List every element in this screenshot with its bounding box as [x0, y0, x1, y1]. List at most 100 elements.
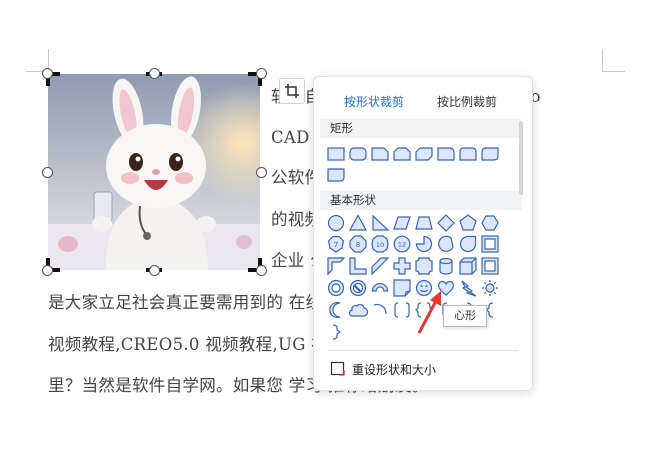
document-image[interactable] [48, 74, 260, 270]
block-arc-shape[interactable] [371, 279, 389, 297]
resize-handle-bm[interactable] [149, 265, 160, 276]
folded-corner-shape[interactable] [393, 279, 411, 297]
chord-shape-icon [438, 235, 454, 252]
pie-shape-icon [415, 235, 433, 253]
reset-shape-size-label: 重设形状和大小 [352, 362, 437, 377]
can-shape-icon [439, 257, 453, 275]
snip-diagonal-rect-shape-icon [415, 147, 433, 161]
oval-shape-icon [327, 214, 345, 232]
dodecagon-shape-icon: 12 [393, 235, 411, 253]
l-shape-icon [349, 257, 367, 275]
resize-handle-tl[interactable] [42, 68, 53, 79]
donut-shape[interactable] [327, 279, 345, 297]
parallelogram-shape[interactable] [393, 214, 411, 232]
crop-icon [285, 84, 299, 98]
teardrop-shape[interactable] [459, 235, 477, 253]
right-brace-shape[interactable] [327, 323, 345, 341]
plaque-shape-icon [415, 257, 433, 275]
rounded-rect-shape[interactable] [349, 145, 367, 163]
folded-rect-shape[interactable] [327, 166, 345, 184]
pentagon-shape-icon [459, 214, 477, 231]
frame-shape-icon [481, 235, 499, 253]
resize-handle-tr[interactable] [256, 68, 267, 79]
crop-tool-button[interactable] [279, 78, 305, 104]
section-basic-shapes: 基本形状 [320, 191, 522, 210]
heptagon-shape[interactable]: 7 [327, 235, 345, 253]
snip-diagonal-rect-shape[interactable] [415, 145, 433, 163]
trapezoid-shape-icon [415, 216, 433, 230]
triangle-shape[interactable] [348, 214, 368, 232]
resize-handle-mr[interactable] [256, 167, 267, 178]
svg-text:10: 10 [376, 241, 384, 249]
footer-divider [328, 350, 518, 351]
octagon-shape[interactable]: 8 [349, 235, 367, 253]
block-arc-shape-icon [371, 282, 389, 292]
crop-shape-panel: 按形状裁剪 按比例裁剪 矩形 基本形状 7 8 10 12 重设形状和大小 [313, 76, 533, 391]
octagon-shape-icon: 8 [349, 235, 367, 253]
cube-shape[interactable] [459, 257, 477, 275]
sun-shape-icon [482, 280, 498, 296]
right-triangle-shape-icon [372, 214, 390, 231]
tab-crop-by-ratio[interactable]: 按比例裁剪 [437, 93, 497, 110]
hexagon-shape[interactable] [481, 214, 499, 232]
moon-shape[interactable] [327, 301, 345, 319]
plaque-shape[interactable] [415, 257, 433, 275]
oval-shape[interactable] [327, 214, 345, 232]
cross-shape[interactable] [393, 257, 411, 275]
page-corner-top-right [602, 49, 625, 72]
svg-text:12: 12 [398, 241, 406, 249]
reset-crop-icon [330, 361, 345, 376]
l-shape[interactable] [349, 257, 367, 275]
resize-handle-bl[interactable] [42, 265, 53, 276]
round-diagonal-rect-shape-icon [481, 147, 499, 161]
no-symbol-shape[interactable] [349, 279, 367, 297]
diamond-shape[interactable] [437, 214, 455, 232]
reset-shape-size-button[interactable]: 重设形状和大小 [330, 359, 436, 379]
frame-shape[interactable] [481, 235, 499, 253]
can-shape[interactable] [437, 257, 455, 275]
rect-shape[interactable] [327, 145, 345, 163]
pentagon-shape[interactable] [459, 214, 477, 232]
double-bracket-shape[interactable] [393, 301, 411, 319]
bevel-shape-icon [481, 257, 499, 275]
snip-corner-rect-shape-icon [371, 147, 389, 161]
triangle-shape-icon [348, 214, 368, 231]
resize-handle-ml[interactable] [42, 167, 53, 178]
trapezoid-shape[interactable] [415, 214, 433, 232]
round-diagonal-rect-shape[interactable] [481, 145, 499, 163]
tab-crop-by-shape[interactable]: 按形状裁剪 [344, 93, 404, 110]
snip-corner-rect-shape[interactable] [371, 145, 389, 163]
crop-tabs: 按形状裁剪 按比例裁剪 [314, 77, 532, 119]
chord-shape[interactable] [437, 235, 455, 253]
cross-shape-icon [393, 257, 411, 275]
resize-handle-br[interactable] [256, 265, 267, 276]
no-symbol-shape-icon [349, 279, 367, 297]
half-frame-shape[interactable] [327, 257, 346, 276]
rounded-rect-shape-icon [349, 147, 367, 161]
teardrop-shape-icon [459, 235, 477, 253]
lightning-bolt-shape[interactable] [459, 279, 477, 297]
decagon-shape[interactable]: 10 [371, 235, 389, 253]
bevel-shape[interactable] [481, 257, 499, 275]
double-bracket-shape-icon [394, 302, 410, 318]
round-two-corner-rect-shape[interactable] [459, 145, 477, 163]
resize-handle-tm[interactable] [149, 68, 160, 79]
svg-text:8: 8 [356, 241, 360, 249]
arc-shape[interactable] [371, 301, 389, 319]
sun-shape[interactable] [481, 279, 499, 297]
diamond-shape-icon [437, 214, 455, 232]
right-triangle-shape[interactable] [371, 214, 390, 232]
decagon-shape-icon: 10 [371, 235, 389, 253]
snip-two-corner-rect-shape-icon [393, 147, 411, 161]
bunny-illustration [48, 74, 260, 270]
panel-scrollbar[interactable] [519, 121, 523, 195]
svg-text:7: 7 [334, 241, 338, 249]
arc-shape-icon [373, 303, 387, 315]
pie-shape[interactable] [415, 235, 433, 253]
document-page: 软件自学网 软件自学网，学习 Auto CAD , 3DMAX , PS , 等… [0, 0, 666, 461]
snip-two-corner-rect-shape[interactable] [393, 145, 411, 163]
dodecagon-shape[interactable]: 12 [393, 235, 411, 253]
cloud-shape[interactable] [348, 301, 369, 319]
diagonal-stripe-shape[interactable] [371, 257, 390, 276]
round-corner-rect-shape[interactable] [437, 145, 455, 163]
